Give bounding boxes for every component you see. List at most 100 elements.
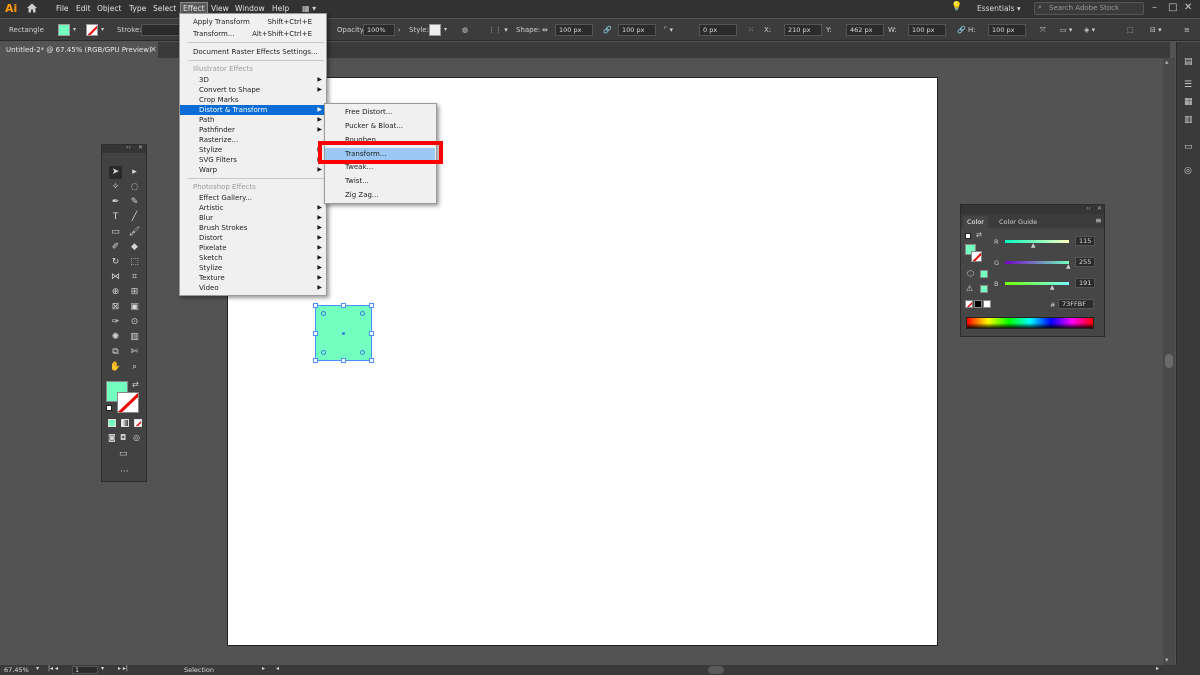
- slice-tool-icon[interactable]: ✄: [128, 346, 141, 359]
- first-artboard-icon[interactable]: |◂ ◂: [48, 665, 58, 672]
- stroke-swatch[interactable]: [86, 24, 98, 36]
- chevron-down-icon[interactable]: ▾: [101, 26, 104, 33]
- lightbulb-icon[interactable]: 💡: [951, 2, 962, 12]
- fill-swatch[interactable]: [58, 24, 70, 36]
- magic-wand-tool-icon[interactable]: ✧: [109, 181, 122, 194]
- menu-item-stylize-ps[interactable]: Stylize ▶: [180, 263, 326, 273]
- bounding-handle[interactable]: [341, 358, 346, 363]
- swap-colors-icon[interactable]: ⇄: [976, 231, 982, 239]
- none-mode-icon[interactable]: [134, 419, 142, 427]
- artboard-number-field[interactable]: 1: [72, 666, 98, 674]
- close-panel-icon[interactable]: ✕: [138, 144, 143, 151]
- g-slider[interactable]: [1005, 261, 1069, 264]
- panel-menu-icon[interactable]: ≡: [1095, 216, 1102, 225]
- isolate-icon[interactable]: ⬚: [1127, 26, 1134, 34]
- bounding-handle[interactable]: [313, 303, 318, 308]
- corner-radius-field[interactable]: 0 px: [699, 24, 737, 36]
- document-tab[interactable]: Untitled-2* @ 67.45% (RGB/GPU Preview): [0, 42, 158, 58]
- selection-tool-icon[interactable]: ➤: [109, 166, 122, 179]
- gamut-swatch[interactable]: [980, 285, 988, 293]
- scale-tool-icon[interactable]: ⬚: [128, 256, 141, 269]
- scroll-down-icon[interactable]: ▾: [1165, 656, 1169, 664]
- recolor-icon[interactable]: ◍: [462, 26, 468, 34]
- close-tab-icon[interactable]: ✕: [150, 45, 157, 54]
- stroke-color-box[interactable]: [971, 251, 982, 262]
- menu-help[interactable]: Help: [272, 4, 289, 13]
- r-slider[interactable]: [1005, 240, 1069, 243]
- menu-item-crop-marks[interactable]: Crop Marks: [180, 95, 326, 105]
- tab-color[interactable]: Color: [963, 216, 988, 228]
- black-swatch[interactable]: [974, 300, 982, 308]
- width-tool-icon[interactable]: ⋈: [109, 271, 122, 284]
- perspective-grid-tool-icon[interactable]: ⊞: [128, 286, 141, 299]
- symbol-sprayer-tool-icon[interactable]: ✺: [109, 331, 122, 344]
- chevron-down-icon[interactable]: ▾: [73, 26, 76, 33]
- h-field[interactable]: 100 px: [988, 24, 1026, 36]
- default-colors-icon[interactable]: [965, 233, 971, 239]
- type-tool-icon[interactable]: T: [109, 211, 122, 224]
- hand-tool-icon[interactable]: ✋: [109, 361, 122, 374]
- x-field[interactable]: 210 px: [784, 24, 822, 36]
- swap-colors-icon[interactable]: ⇄: [132, 380, 139, 389]
- pen-tool-icon[interactable]: ✒: [109, 196, 122, 209]
- selected-rectangle[interactable]: [315, 305, 372, 361]
- menu-item-effect-gallery[interactable]: Effect Gallery...: [180, 193, 326, 203]
- default-colors-icon[interactable]: [106, 405, 112, 411]
- menu-object[interactable]: Object: [97, 4, 121, 13]
- menu-item-convert-to-shape[interactable]: Convert to Shape ▶: [180, 85, 326, 95]
- search-adobe-stock-input[interactable]: Search Adobe Stock: [1034, 2, 1144, 15]
- b-value-field[interactable]: 191: [1075, 278, 1095, 288]
- column-graph-tool-icon[interactable]: ▥: [128, 331, 141, 344]
- menu-file[interactable]: File: [56, 4, 69, 13]
- curvature-tool-icon[interactable]: ✎: [128, 196, 141, 209]
- eraser-tool-icon[interactable]: ◆: [128, 241, 141, 254]
- hex-value-field[interactable]: 73FFBF: [1058, 299, 1094, 309]
- arrange-documents-icon[interactable]: ▦ ▾: [302, 4, 316, 13]
- stroke-weight-field[interactable]: [141, 24, 181, 36]
- web-safe-swatch[interactable]: [980, 270, 988, 278]
- menu-item-texture[interactable]: Texture ▶: [180, 273, 326, 283]
- shape-width-field[interactable]: 100 px: [555, 24, 593, 36]
- artboard-tool-icon[interactable]: ⧉: [109, 346, 122, 359]
- menu-item-distort-transform[interactable]: Distort & Transform ▶: [180, 105, 326, 115]
- zoom-tool-icon[interactable]: ⌕: [128, 361, 141, 374]
- select-similar-icon[interactable]: ◈ ▾: [1084, 26, 1095, 34]
- reference-point-icon[interactable]: ⁙: [748, 26, 754, 34]
- lasso-tool-icon[interactable]: ◌: [128, 181, 141, 194]
- more-menu-icon[interactable]: ≡: [1184, 26, 1190, 34]
- tab-color-guide[interactable]: Color Guide: [995, 216, 1041, 228]
- menu-window[interactable]: Window: [235, 4, 265, 13]
- menu-select[interactable]: Select: [153, 4, 176, 13]
- gradient-mode-icon[interactable]: [121, 419, 129, 427]
- bounding-handle[interactable]: [341, 303, 346, 308]
- menu-item-video[interactable]: Video ▶: [180, 283, 326, 293]
- submenu-item-zig-zag[interactable]: Zig Zag...: [325, 189, 435, 201]
- menu-item-stylize[interactable]: Stylize ▶: [180, 145, 326, 155]
- menu-item-svg-filters[interactable]: SVG Filters ▶: [180, 155, 326, 165]
- tools-panel-header[interactable]: ‹‹ ✕: [102, 144, 146, 153]
- constrain-proportions-icon[interactable]: 🔗: [957, 26, 966, 34]
- direct-selection-tool-icon[interactable]: ▸: [128, 166, 141, 179]
- none-swatch[interactable]: [965, 300, 973, 308]
- mesh-tool-icon[interactable]: ⊠: [109, 301, 122, 314]
- menu-item-brush-strokes[interactable]: Brush Strokes ▶: [180, 223, 326, 233]
- menu-type[interactable]: Type: [129, 4, 146, 13]
- corner-widget[interactable]: [321, 311, 326, 316]
- r-value-field[interactable]: 115: [1075, 236, 1095, 246]
- screen-mode-icon[interactable]: ▭: [119, 449, 128, 459]
- menu-item-pixelate[interactable]: Pixelate ▶: [180, 243, 326, 253]
- maximize-icon[interactable]: □: [1168, 2, 1177, 13]
- bounding-handle[interactable]: [313, 358, 318, 363]
- vertical-scroll-thumb[interactable]: [1165, 354, 1173, 368]
- eyedropper-tool-icon[interactable]: ✑: [109, 316, 122, 329]
- corner-widget[interactable]: [360, 311, 365, 316]
- minimize-icon[interactable]: –: [1152, 2, 1157, 13]
- menu-item-document-raster-effects[interactable]: Document Raster Effects Settings...: [180, 47, 326, 57]
- menu-item-artistic[interactable]: Artistic ▶: [180, 203, 326, 213]
- corner-widget[interactable]: [321, 350, 326, 355]
- submenu-item-twist[interactable]: Twist...: [325, 175, 435, 187]
- scroll-up-icon[interactable]: ▴: [1165, 58, 1169, 66]
- b-slider-thumb[interactable]: ▲: [1050, 284, 1055, 291]
- submenu-item-pucker-bloat[interactable]: Pucker & Bloat...: [325, 120, 435, 132]
- status-menu-icon[interactable]: ▸: [262, 665, 265, 672]
